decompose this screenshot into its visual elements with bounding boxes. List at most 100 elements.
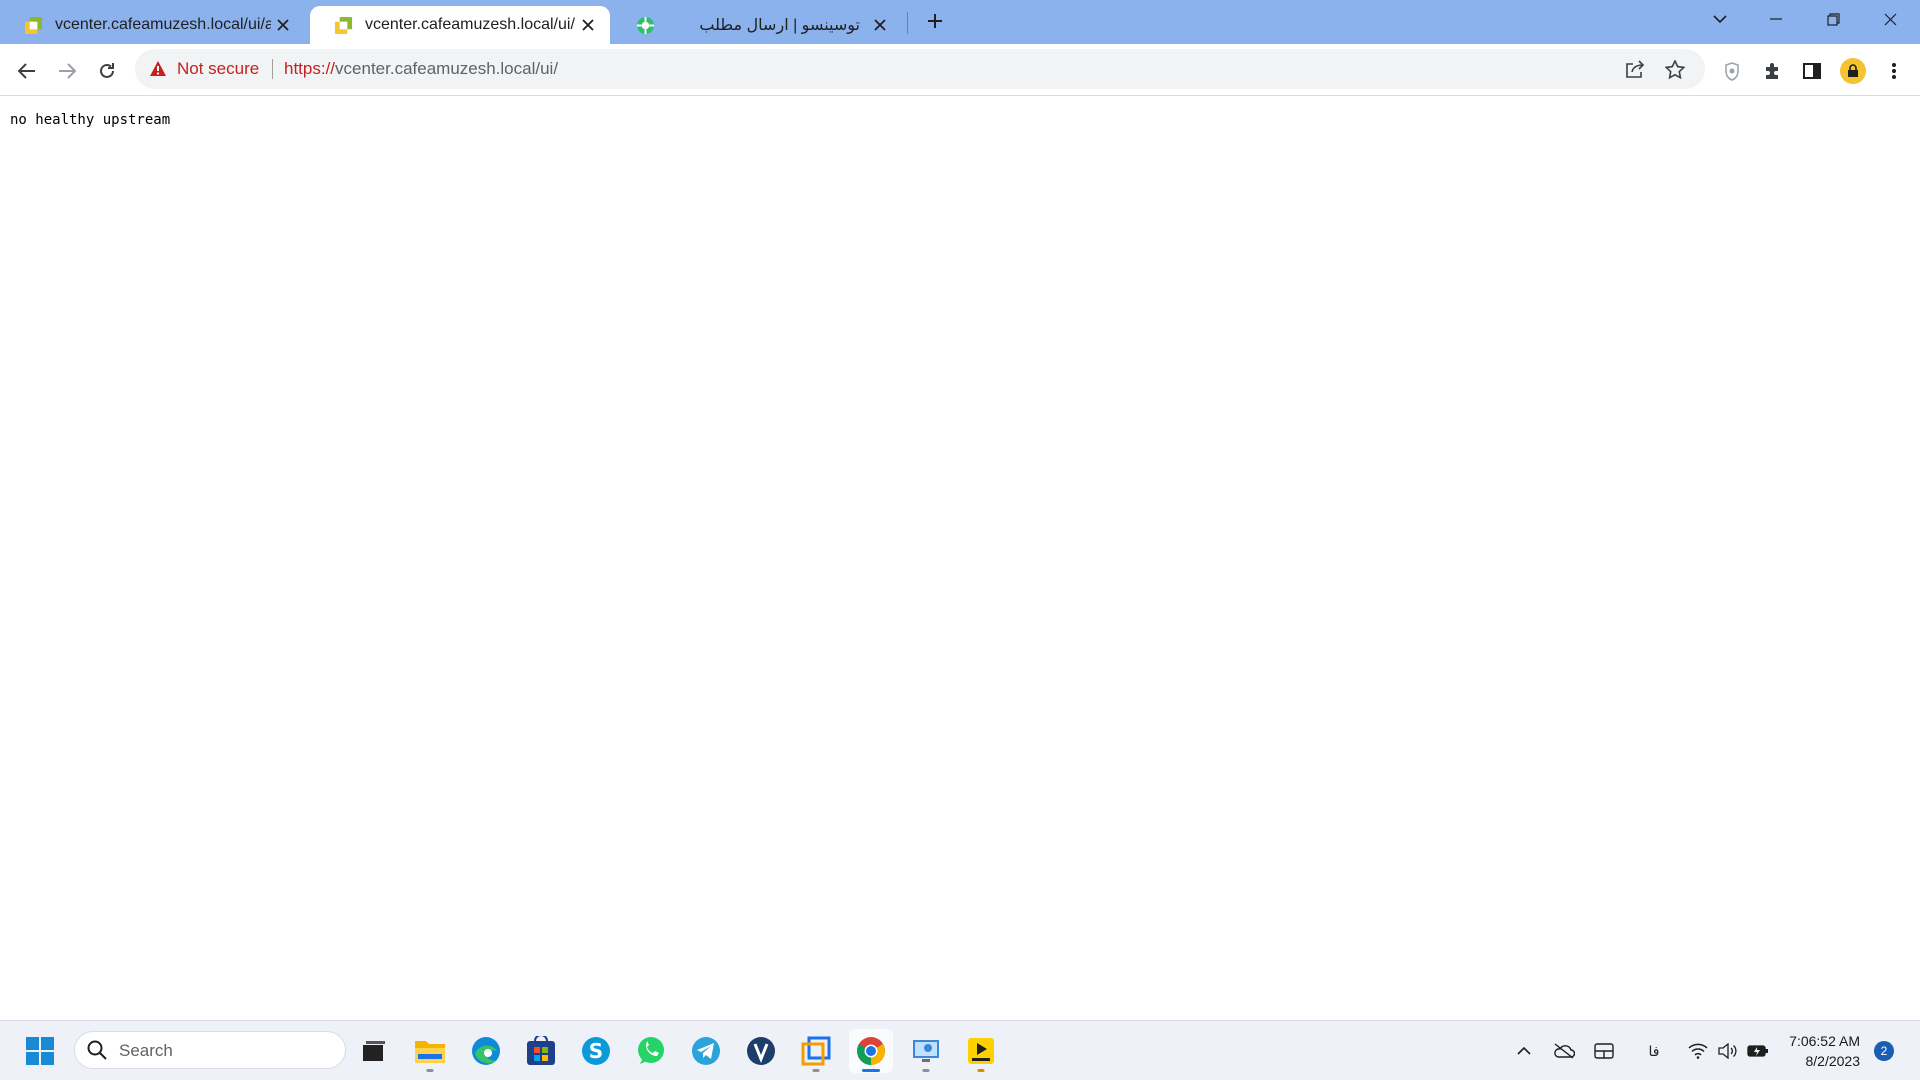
tosinso-icon xyxy=(636,16,655,34)
taskbar-vmware[interactable] xyxy=(794,1029,838,1073)
taskbar-remote-desktop[interactable] xyxy=(904,1029,948,1073)
side-panel-button[interactable] xyxy=(1796,55,1828,87)
not-secure-label[interactable]: Not secure xyxy=(177,59,259,79)
telegram-icon xyxy=(692,1037,720,1065)
file-explorer-icon xyxy=(415,1041,445,1063)
minimize-button[interactable] xyxy=(1748,0,1804,38)
restore-icon xyxy=(1826,12,1840,26)
battery-charging-icon xyxy=(1747,1045,1768,1057)
vk-icon xyxy=(747,1037,775,1065)
taskbar-vk[interactable] xyxy=(739,1029,783,1073)
taskbar-search[interactable]: Search xyxy=(74,1031,346,1069)
task-view-icon xyxy=(363,1041,385,1061)
vsphere-icon xyxy=(24,16,43,34)
taskbar-edge[interactable] xyxy=(464,1029,508,1073)
restore-button[interactable] xyxy=(1805,0,1861,38)
notification-badge[interactable]: 2 xyxy=(1874,1041,1894,1061)
side-panel-icon xyxy=(1803,63,1821,79)
display-icon xyxy=(1594,1043,1614,1059)
taskbar-telegram[interactable] xyxy=(684,1029,728,1073)
arrow-left-icon xyxy=(18,63,35,79)
tab-vcenter-app[interactable]: vcenter.cafeamuzesh.local/ui/app xyxy=(0,6,305,44)
task-view-button[interactable] xyxy=(352,1029,396,1073)
tab-search-button[interactable] xyxy=(1692,0,1748,38)
taskbar-whatsapp[interactable] xyxy=(629,1029,673,1073)
extensions-button[interactable] xyxy=(1756,55,1788,87)
reload-icon xyxy=(100,63,114,78)
player-icon xyxy=(968,1038,994,1064)
url-scheme: https:// xyxy=(284,59,336,78)
share-icon xyxy=(1626,60,1645,78)
skype-icon: S xyxy=(582,1037,610,1065)
search-icon xyxy=(87,1040,107,1060)
close-icon[interactable] xyxy=(271,13,295,37)
show-hidden-icons-button[interactable] xyxy=(1510,1037,1538,1065)
close-icon[interactable] xyxy=(868,13,892,37)
arrow-right-icon xyxy=(59,63,76,79)
windows-icon xyxy=(26,1037,54,1065)
taskbar-skype[interactable]: S xyxy=(574,1029,618,1073)
share-button[interactable] xyxy=(1623,57,1647,81)
edge-icon xyxy=(472,1037,500,1065)
profile-avatar[interactable] xyxy=(1840,58,1866,84)
back-button[interactable] xyxy=(11,55,43,87)
menu-button[interactable] xyxy=(1878,55,1910,87)
tab-title: vcenter.cafeamuzesh.local/ui/ xyxy=(365,16,575,33)
whatsapp-icon xyxy=(638,1037,664,1064)
tray-language[interactable]: فا xyxy=(1640,1037,1668,1065)
minimize-icon xyxy=(1770,18,1782,20)
cloud-offline-icon xyxy=(1554,1043,1575,1059)
reload-button[interactable] xyxy=(91,55,123,87)
tab-strip: vcenter.cafeamuzesh.local/ui/app vcenter… xyxy=(0,0,1920,44)
lock-icon xyxy=(1848,64,1858,77)
tab-separator xyxy=(907,12,908,34)
taskbar-store[interactable] xyxy=(519,1029,563,1073)
new-tab-button[interactable] xyxy=(920,8,950,34)
close-window-button[interactable] xyxy=(1862,0,1918,38)
search-placeholder: Search xyxy=(119,1041,173,1060)
tray-wifi[interactable] xyxy=(1684,1037,1712,1065)
running-indicator xyxy=(426,1069,434,1072)
tab-tosinso[interactable]: توسینسو | ارسال مطلب xyxy=(612,6,902,44)
running-indicator xyxy=(922,1069,930,1072)
remote-desktop-icon xyxy=(913,1040,939,1062)
running-indicator xyxy=(812,1069,820,1072)
vsphere-icon xyxy=(334,16,353,34)
clock[interactable]: 7:06:52 AM 8/2/2023 xyxy=(1780,1031,1860,1071)
active-indicator xyxy=(862,1069,880,1072)
star-icon xyxy=(1665,59,1685,79)
tray-onedrive[interactable] xyxy=(1550,1037,1578,1065)
address-bar[interactable]: Not secure https://vcenter.cafeamuzesh.l… xyxy=(135,49,1705,89)
error-message: no healthy upstream xyxy=(10,112,171,128)
page-content: no healthy upstream xyxy=(0,97,1920,1020)
taskbar: Search S فا 7:06:52 AM 8/2/2023 2 xyxy=(0,1020,1920,1080)
tray-battery[interactable] xyxy=(1744,1037,1772,1065)
start-button[interactable] xyxy=(18,1029,62,1073)
clock-date: 8/2/2023 xyxy=(1805,1053,1861,1069)
tab-vcenter-ui[interactable]: vcenter.cafeamuzesh.local/ui/ xyxy=(310,6,610,44)
browser-toolbar: Not secure https://vcenter.cafeamuzesh.l… xyxy=(0,44,1920,96)
puzzle-icon xyxy=(1766,63,1778,79)
tray-volume[interactable] xyxy=(1714,1037,1742,1065)
taskbar-file-explorer[interactable] xyxy=(408,1029,452,1073)
wifi-icon xyxy=(1688,1043,1708,1059)
taskbar-chrome[interactable] xyxy=(849,1029,893,1073)
chevron-down-icon xyxy=(1713,14,1727,23)
forward-button[interactable] xyxy=(51,55,83,87)
store-icon xyxy=(527,1036,555,1065)
vmware-icon xyxy=(801,1036,831,1066)
bookmark-button[interactable] xyxy=(1663,57,1687,81)
svg-text:S: S xyxy=(589,1039,603,1063)
plus-icon xyxy=(928,14,942,28)
chrome-icon xyxy=(857,1037,885,1065)
warning-icon xyxy=(150,61,166,76)
taskbar-player[interactable] xyxy=(959,1029,1003,1073)
close-icon[interactable] xyxy=(576,13,600,37)
clock-time: 7:06:52 AM xyxy=(1789,1033,1860,1049)
url-host: vcenter.cafeamuzesh.local/ui/ xyxy=(335,59,559,78)
tray-display[interactable] xyxy=(1590,1037,1618,1065)
shield-icon xyxy=(1725,61,1739,81)
url-text[interactable]: https://vcenter.cafeamuzesh.local/ui/ xyxy=(284,59,558,79)
close-icon xyxy=(1884,13,1896,25)
extension-shield-button[interactable] xyxy=(1716,55,1748,87)
